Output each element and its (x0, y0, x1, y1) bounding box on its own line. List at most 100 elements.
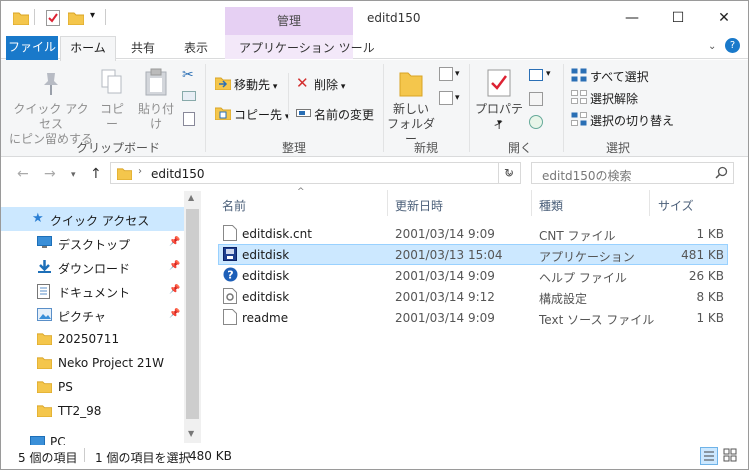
cut-icon[interactable]: ✂ (182, 67, 194, 83)
minimize-button[interactable]: — (609, 1, 655, 35)
forward-icon[interactable]: → (44, 166, 56, 182)
tab-share[interactable]: 共有 (131, 39, 155, 56)
column-header-modified[interactable]: 更新日時 (395, 197, 443, 214)
up-icon[interactable]: ↑ (90, 166, 102, 182)
recent-locations-icon[interactable]: ▾ (71, 170, 76, 180)
nav-item-desktop[interactable]: デスクトップ 📌 (1, 231, 184, 255)
nav-scrollbar[interactable]: ▲ ▼ (184, 191, 201, 443)
back-icon[interactable]: ← (17, 166, 29, 182)
folder-icon (116, 167, 133, 183)
maximize-button[interactable]: ☐ (655, 1, 701, 35)
window-title: editd150 (367, 11, 421, 25)
column-header-name[interactable]: 名前 (222, 197, 246, 214)
search-icon[interactable] (715, 166, 728, 182)
nav-item-label: 20250711 (58, 332, 120, 346)
file-type: ヘルプ ファイル (539, 271, 627, 285)
nav-quick-access-label: クイック アクセス (50, 214, 150, 228)
folder-icon (12, 11, 30, 28)
copy-button[interactable]: コピー (95, 102, 129, 132)
details-view-button[interactable] (700, 447, 718, 465)
table-row[interactable]: editdisk 2001/03/13 15:04 アプリケーション 481 K… (218, 244, 728, 265)
nav-item-label: デスクトップ (58, 238, 131, 252)
help-icon[interactable]: ? (725, 38, 740, 53)
address-bar[interactable]: › editd150 (110, 162, 499, 184)
table-row[interactable]: editdisk 2001/03/14 9:12 構成設定 8 KB (218, 286, 728, 307)
paste-shortcut-icon[interactable] (183, 112, 195, 126)
nav-item-downloads[interactable]: ダウンロード 📌 (1, 255, 184, 279)
scrollbar-thumb[interactable] (186, 209, 199, 419)
group-open-label: 開く (508, 141, 533, 155)
paste-icon (144, 68, 168, 99)
pc-icon (30, 436, 45, 445)
move-to-button[interactable]: 移動先 ▾ (234, 76, 277, 93)
file-size: 8 KB (696, 290, 724, 304)
title-bar: ▾ 管理 editd150 — ☐ ✕ (1, 1, 748, 35)
nav-item-documents[interactable]: ドキュメント 📌 (1, 279, 184, 303)
column-header-type[interactable]: 種類 (539, 197, 563, 214)
file-name: editdisk.cnt (242, 227, 312, 241)
delete-button[interactable]: 削除 ▾ (314, 76, 345, 93)
nav-item-label: ダウンロード (58, 262, 131, 276)
tab-file[interactable]: ファイル (6, 36, 58, 60)
status-selection-size: 480 KB (189, 449, 232, 463)
large-icons-view-button[interactable] (722, 447, 740, 465)
select-none-icon (571, 90, 587, 107)
table-row[interactable]: ? editdisk 2001/03/14 9:09 ヘルプ ファイル 26 K… (218, 265, 728, 286)
table-row[interactable]: readme 2001/03/14 9:09 Text ソース ファイル 1 K… (218, 307, 728, 328)
refresh-icon[interactable]: ↻ (504, 166, 514, 180)
pin-icon (39, 71, 63, 100)
rename-icon (296, 106, 312, 123)
paste-button[interactable]: 貼り付け (134, 102, 178, 132)
file-size: 1 KB (696, 311, 724, 325)
open-icon[interactable] (529, 69, 543, 81)
pin-icon: 📌 (169, 285, 181, 295)
copy-to-button[interactable]: コピー先 ▾ (234, 106, 289, 123)
folder-icon (36, 404, 53, 420)
properties-icon[interactable] (46, 10, 60, 29)
history-icon[interactable] (529, 115, 543, 129)
nav-item-label: ピクチャ (58, 310, 106, 324)
desktop-icon (37, 236, 52, 252)
tab-home[interactable]: ホーム (60, 36, 116, 61)
edit-icon[interactable] (529, 92, 543, 106)
new-folder-icon[interactable] (67, 11, 85, 28)
properties-large-icon (487, 69, 511, 100)
nav-quick-access[interactable]: ★ クイック アクセス (1, 207, 184, 231)
status-selection: 1 個の項目を選択 (95, 451, 191, 465)
pin-icon: 📌 (169, 309, 181, 319)
scroll-down-icon[interactable]: ▼ (188, 429, 194, 438)
nav-item-folder[interactable]: TT2_98 (1, 399, 184, 423)
customize-toolbar-icon[interactable]: ▾ (90, 10, 95, 21)
tab-view[interactable]: 表示 (184, 39, 208, 56)
column-header-size[interactable]: サイズ (658, 197, 694, 214)
close-button[interactable]: ✕ (701, 1, 747, 35)
file-name: editdisk (242, 248, 290, 262)
address-path[interactable]: editd150 (151, 167, 205, 181)
file-type: Text ソース ファイル (539, 313, 655, 327)
nav-item-label: PC (50, 435, 66, 445)
nav-item-folder[interactable]: PS (1, 375, 184, 399)
group-new-label: 新規 (414, 141, 439, 155)
file-name: editdisk (242, 269, 290, 283)
collapse-ribbon-icon[interactable]: ⌄ (708, 41, 716, 52)
nav-item-pictures[interactable]: ピクチャ 📌 (1, 303, 184, 327)
scroll-up-icon[interactable]: ▲ (188, 193, 194, 202)
new-item-icon[interactable] (439, 67, 453, 81)
delete-label: 削除 (314, 78, 339, 92)
nav-item-folder[interactable]: 20250711 (1, 327, 184, 351)
easy-access-icon[interactable] (439, 91, 453, 105)
status-bar: 5 個の項目 1 個の項目を選択 480 KB (1, 445, 748, 469)
context-tab-manage: 管理 (225, 7, 353, 35)
select-none-button[interactable]: 選択解除 (590, 90, 638, 107)
file-type: 構成設定 (539, 292, 588, 306)
text-file-icon (223, 309, 237, 325)
nav-item-folder[interactable]: Neko Project 21W (1, 351, 184, 375)
nav-item-pc[interactable]: PC (1, 431, 184, 445)
copy-path-icon[interactable] (182, 91, 196, 101)
search-box[interactable]: editd150の検索 (531, 162, 734, 184)
table-row[interactable]: editdisk.cnt 2001/03/14 9:09 CNT ファイル 1 … (218, 223, 728, 244)
select-all-button[interactable]: すべて選択 (590, 68, 649, 85)
rename-button[interactable]: 名前の変更 (314, 106, 374, 123)
tab-application-tools[interactable]: アプリケーション ツール (239, 39, 375, 56)
invert-selection-button[interactable]: 選択の切り替え (590, 112, 674, 129)
